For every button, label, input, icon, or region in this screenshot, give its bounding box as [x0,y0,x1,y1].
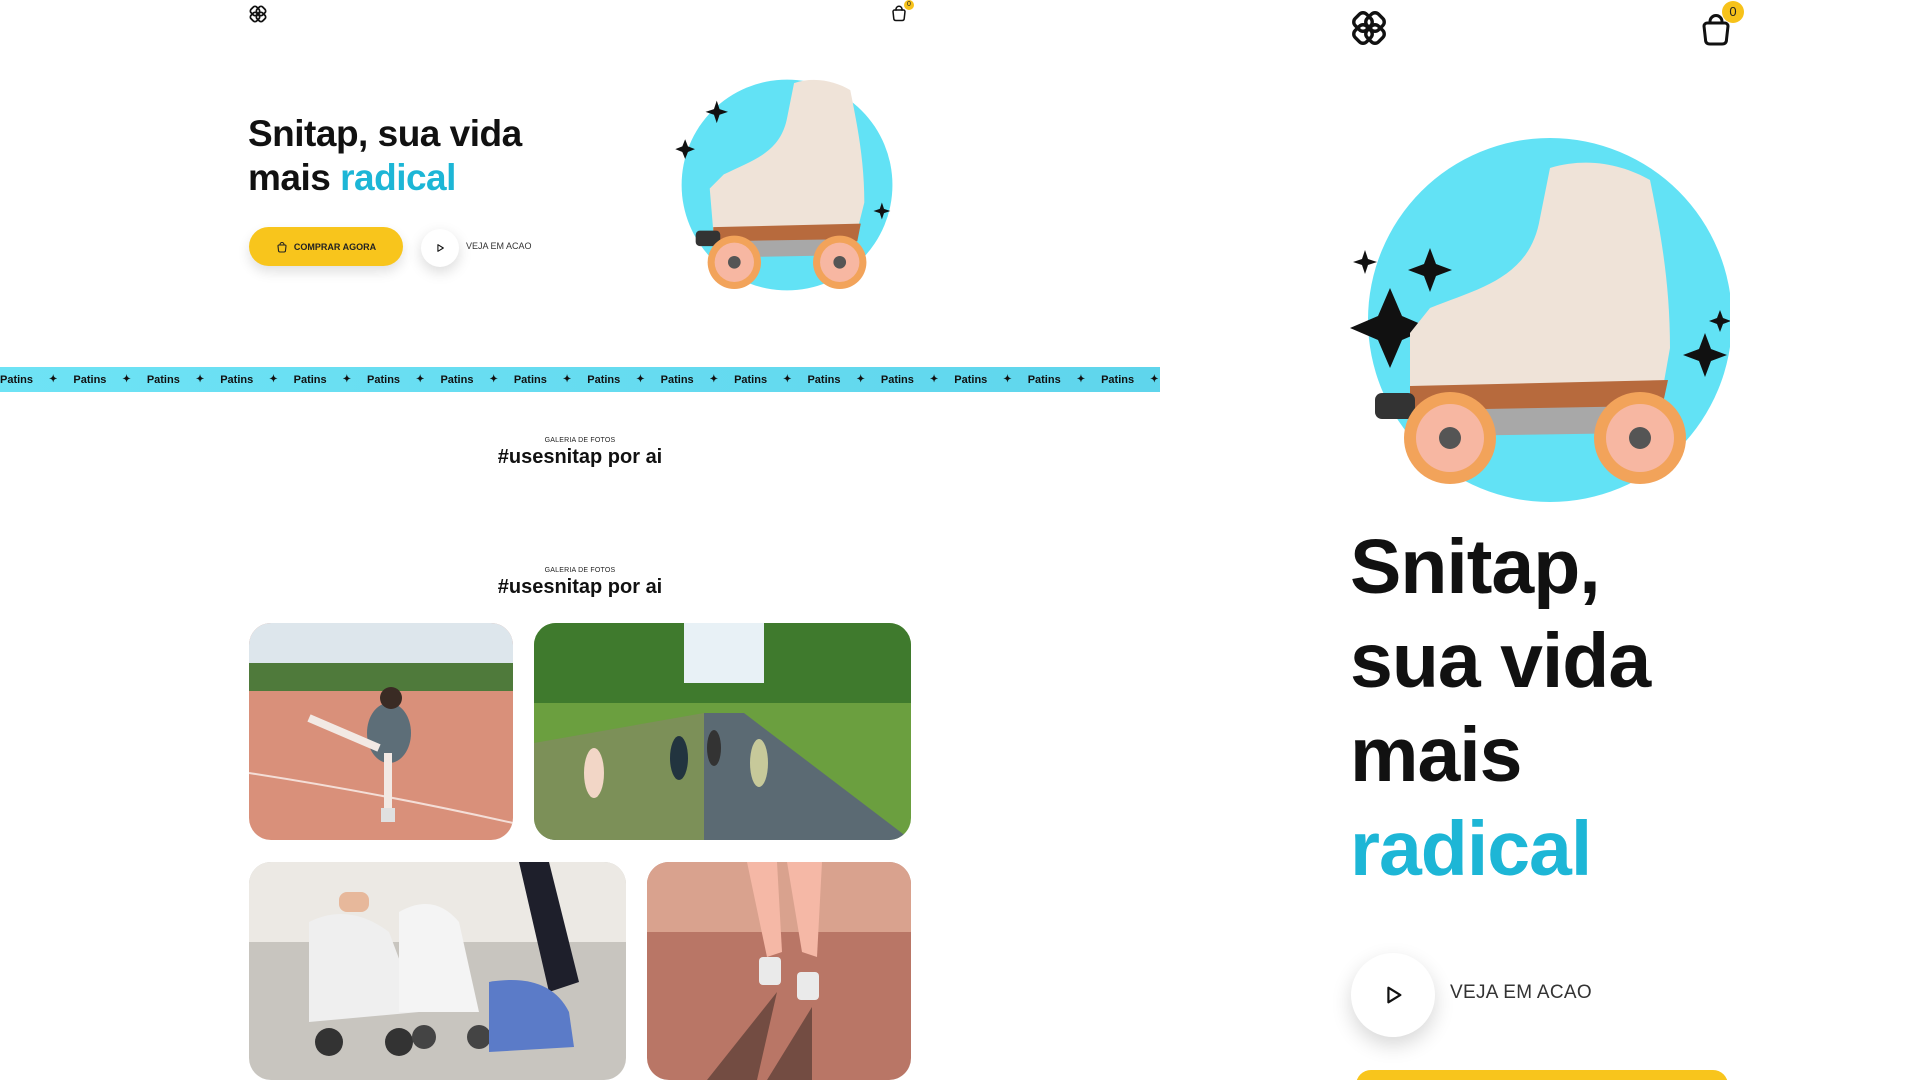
marquee-item: Patins ✦ [881,374,954,386]
play-icon [1387,986,1402,1004]
hero-title-line2: mais [248,157,341,198]
sparkle-icon: ✦ [416,374,425,385]
marquee-item-label: Patins [220,373,254,386]
gallery-photo-skater-legs[interactable] [647,862,911,1080]
marquee-item-label: Patins [440,373,474,386]
marquee-item-label: Patins [807,373,841,386]
marquee-item: Patins ✦ [514,374,587,386]
marquee-item-label: Patins [954,373,988,386]
marquee-item: Patins ✦ [807,374,880,386]
mobile-title-accent: radical [1350,806,1592,892]
gallery-kicker: GALERIA DE FOTOS [544,437,616,444]
gallery-kicker: GALERIA DE FOTOS [544,567,616,574]
snitap-logo-icon[interactable] [1349,8,1389,48]
buy-now-button[interactable]: COMPRAR AGORA [249,227,403,266]
marquee-item-label: Patins [1101,373,1135,386]
marquee-item-label: Patins [660,373,694,386]
marquee-item: Patins ✦ [73,374,146,386]
buy-now-label: COMPRAR AGORA [293,241,377,252]
mobile-title-line2: sua vida [1350,618,1651,704]
hero-title-line1: Snitap, sua vida [248,113,522,154]
cart-button[interactable]: 0 [1698,1,1744,48]
marquee-item-label: Patins [0,373,34,386]
marquee-item-label: Patins [146,373,180,386]
marquee-item: Patins ✦ [734,374,807,386]
shopping-bag-icon [277,241,287,253]
marquee-item: Patins ✦ [440,374,513,386]
sparkle-icon: ✦ [636,374,645,385]
gallery-header: GALERIA DE FOTOS #usesnitap por ai [0,567,1160,599]
gallery-title: #usesnitap por ai [497,576,663,598]
marquee-item-label: Patins [293,373,327,386]
marquee-item-label: Patins [73,373,107,386]
sparkle-icon: ✦ [783,374,792,385]
marquee-item: Patins ✦ [954,374,1027,386]
sparkle-icon: ✦ [342,374,352,385]
sparkle-icon: ✦ [195,374,205,385]
marquee-banner: Patins ✦ Patins ✦ Patins ✦ Patins ✦ Patins ✦ Patin… [0,367,1160,392]
marquee-item: Patins ✦ [294,374,367,386]
sparkle-icon: ✦ [122,374,131,385]
marquee-item: Patins ✦ [1101,374,1160,386]
marquee-item-label: Patins [880,373,914,386]
marquee-item-label: Patins [367,373,401,386]
sparkle-icon: ✦ [49,374,58,385]
mobile-title-line1: Snitap, [1350,524,1601,610]
marquee-item: Patins ✦ [147,374,220,386]
hero-roller-skate-image [640,62,920,322]
marquee-item: Patins ✦ [367,374,440,386]
gallery-header: GALERIA DE FOTOS #usesnitap por ai [0,437,1160,469]
cart-button[interactable]: 0 [890,0,914,25]
desktop-preview: 0 Snitap, sua vida mais radical COMPRAR … [0,0,1160,1080]
marquee-item: Patins ✦ [661,374,734,386]
sparkle-icon: ✦ [929,374,939,385]
buy-now-button[interactable] [1356,1070,1728,1080]
sparkle-icon: ✦ [1076,374,1086,385]
sparkle-icon: ✦ [269,374,278,385]
cart-count-badge: 0 [904,0,914,10]
marquee-item-label: Patins [587,373,621,386]
gallery-photo-skater-court[interactable] [249,623,513,840]
hero-title-accent: radical [340,157,456,198]
sparkle-icon: ✦ [1150,374,1159,385]
cart-count-badge: 0 [1722,1,1744,23]
mobile-hero-title: Snitap, sua vida mais radical [1350,520,1810,896]
gallery-photo-lacing-skates[interactable] [249,862,626,1080]
sparkle-icon: ✦ [1003,374,1012,385]
gallery-title: #usesnitap por ai [497,446,663,468]
sparkle-icon: ✦ [562,374,572,385]
mobile-title-line3: mais [1350,712,1523,798]
marquee-item: Patins ✦ [220,374,293,386]
mobile-preview: 0 Snitap, sua vida mais radical VEJA EM … [1160,0,1920,1080]
marquee-track: Patins ✦ Patins ✦ Patins ✦ Patins ✦ Patins ✦ Patin… [0,367,1160,392]
marquee-item-label: Patins [1027,373,1061,386]
marquee-item: Patins ✦ [0,374,73,386]
hero-roller-skate-image [1350,138,1732,508]
sparkle-icon: ✦ [709,374,719,385]
watch-video-label[interactable]: VEJA EM ACAO [1450,982,1592,1004]
marquee-item: Patins ✦ [1028,374,1101,386]
snitap-logo-icon[interactable] [248,4,268,24]
marquee-item-label: Patins [513,373,547,386]
play-icon [437,244,444,252]
watch-video-button[interactable] [1351,953,1435,1037]
marquee-item: Patins ✦ [587,374,660,386]
marquee-item-label: Patins [734,373,768,386]
gallery-photo-park-road[interactable] [534,623,911,840]
watch-video-button[interactable] [421,229,459,267]
sparkle-icon: ✦ [856,374,865,385]
sparkle-icon: ✦ [489,374,498,385]
watch-video-label[interactable]: VEJA EM ACAO [466,241,532,251]
hero-title: Snitap, sua vida mais radical [248,112,628,200]
